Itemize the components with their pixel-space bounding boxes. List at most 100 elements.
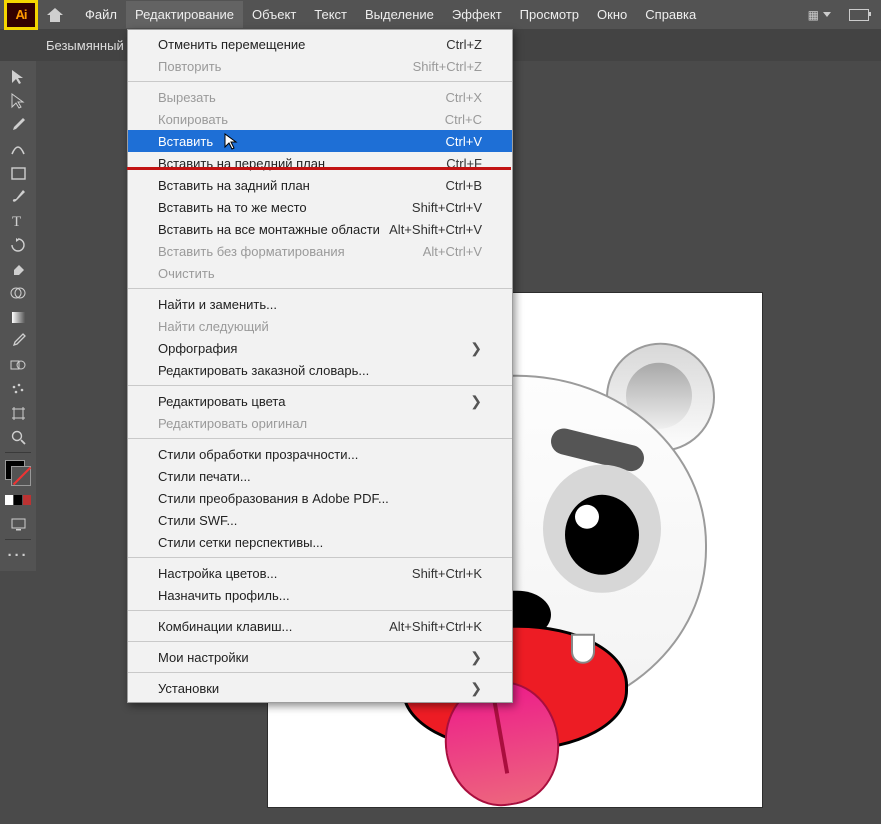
menu-separator xyxy=(128,610,512,611)
blend-tool[interactable] xyxy=(4,353,32,377)
menu-item-label: Очистить xyxy=(158,266,215,281)
menu-item[interactable]: Стили обработки прозрачности... xyxy=(128,443,512,465)
menu-item-label: Стили сетки перспективы... xyxy=(158,535,323,550)
menu-item-label: Вырезать xyxy=(158,90,216,105)
svg-text:T: T xyxy=(12,214,21,228)
submenu-arrow-icon: ❯ xyxy=(456,680,482,697)
menu-item-shortcut: Ctrl+Z xyxy=(446,37,482,52)
menu-item-shortcut: Ctrl+B xyxy=(446,178,482,193)
menu-item-label: Редактировать оригинал xyxy=(158,416,307,431)
menu-separator xyxy=(128,672,512,673)
annotation-underline xyxy=(127,167,511,170)
submenu-arrow-icon: ❯ xyxy=(456,393,482,410)
home-icon[interactable] xyxy=(46,7,64,23)
menu-item: Редактировать оригинал xyxy=(128,412,512,434)
submenu-arrow-icon: ❯ xyxy=(456,649,482,666)
menu-item[interactable]: Стили печати... xyxy=(128,465,512,487)
menu-view[interactable]: Просмотр xyxy=(511,1,588,28)
menu-item-shortcut: Alt+Shift+Ctrl+V xyxy=(389,222,482,237)
symbol-sprayer-tool[interactable] xyxy=(4,377,32,401)
menu-item[interactable]: Найти и заменить... xyxy=(128,293,512,315)
menu-item-label: Вставить на то же место xyxy=(158,200,307,215)
menu-file[interactable]: Файл xyxy=(76,1,126,28)
menu-items: Файл Редактирование Объект Текст Выделен… xyxy=(76,1,705,28)
menu-item[interactable]: Стили преобразования в Adobe PDF... xyxy=(128,487,512,509)
screen-mode-icon[interactable] xyxy=(4,512,32,536)
menu-item-label: Мои настройки xyxy=(158,650,249,665)
menu-item: Очистить xyxy=(128,262,512,284)
menu-item-label: Настройка цветов... xyxy=(158,566,277,581)
menu-item-label: Вставить xyxy=(158,134,213,149)
gradient-tool[interactable] xyxy=(4,305,32,329)
menu-separator xyxy=(128,641,512,642)
curvature-tool[interactable] xyxy=(4,137,32,161)
paintbrush-tool[interactable] xyxy=(4,185,32,209)
menu-item-shortcut: Shift+Ctrl+K xyxy=(412,566,482,581)
zoom-tool[interactable] xyxy=(4,425,32,449)
direct-selection-tool[interactable] xyxy=(4,89,32,113)
type-tool[interactable]: T xyxy=(4,209,32,233)
menu-item[interactable]: Вставить на задний план Ctrl+B xyxy=(128,174,512,196)
artboard-tool[interactable] xyxy=(4,401,32,425)
menu-item[interactable]: Установки ❯ xyxy=(128,677,512,699)
menu-item[interactable]: ВставитьCtrl+V xyxy=(128,130,512,152)
menu-item: Вставить без форматированияAlt+Ctrl+V xyxy=(128,240,512,262)
menu-select[interactable]: Выделение xyxy=(356,1,443,28)
menu-item-label: Орфография xyxy=(158,341,237,356)
menu-item[interactable]: Стили SWF... xyxy=(128,509,512,531)
selection-tool[interactable] xyxy=(4,65,32,89)
edit-menu-dropdown: Отменить перемещениеCtrl+ZПовторитьShift… xyxy=(127,29,513,703)
rotate-tool[interactable] xyxy=(4,233,32,257)
fill-stroke-swatch[interactable] xyxy=(5,460,31,486)
arrange-documents-icon[interactable]: ▦ xyxy=(808,8,831,22)
rectangle-tool[interactable] xyxy=(4,161,32,185)
edit-toolbar-icon[interactable]: ··· xyxy=(4,543,32,567)
menu-item-shortcut: Shift+Ctrl+Z xyxy=(413,59,482,74)
menu-item[interactable]: Отменить перемещение Ctrl+Z xyxy=(128,33,512,55)
menu-item-label: Назначить профиль... xyxy=(158,588,290,603)
menu-item[interactable]: Орфография ❯ xyxy=(128,337,512,359)
app-logo-icon: Ai xyxy=(4,0,38,30)
menu-item-shortcut: Ctrl+X xyxy=(446,90,482,105)
menu-item[interactable]: Вставить на все монтажные областиAlt+Shi… xyxy=(128,218,512,240)
menu-edit[interactable]: Редактирование xyxy=(126,1,243,28)
eyedropper-tool[interactable] xyxy=(4,329,32,353)
menu-object[interactable]: Объект xyxy=(243,1,305,28)
menu-effect[interactable]: Эффект xyxy=(443,1,511,28)
menu-item[interactable]: Комбинации клавиш...Alt+Shift+Ctrl+K xyxy=(128,615,512,637)
menu-item[interactable]: Редактировать заказной словарь... xyxy=(128,359,512,381)
menu-type[interactable]: Текст xyxy=(305,1,356,28)
menu-item[interactable]: Вставить на то же местоShift+Ctrl+V xyxy=(128,196,512,218)
menu-help[interactable]: Справка xyxy=(636,1,705,28)
menu-item: Вырезать Ctrl+X xyxy=(128,86,512,108)
menu-item-shortcut: Alt+Ctrl+V xyxy=(423,244,482,259)
menu-item[interactable]: Стили сетки перспективы... xyxy=(128,531,512,553)
menu-item: Найти следующий xyxy=(128,315,512,337)
menu-item-shortcut: Ctrl+C xyxy=(445,112,482,127)
menu-item-label: Установки xyxy=(158,681,219,696)
menu-item[interactable]: Назначить профиль... xyxy=(128,584,512,606)
menu-item[interactable]: Мои настройки ❯ xyxy=(128,646,512,668)
menu-item-label: Стили обработки прозрачности... xyxy=(158,447,358,462)
menu-separator xyxy=(128,288,512,289)
shape-builder-tool[interactable] xyxy=(4,281,32,305)
menu-window[interactable]: Окно xyxy=(588,1,636,28)
menu-item-label: Вставить на задний план xyxy=(158,178,310,193)
tools-panel: T ··· xyxy=(0,61,36,571)
document-title[interactable]: Безымянный xyxy=(46,38,124,53)
menu-item-label: Отменить перемещение xyxy=(158,37,305,52)
menubar: Ai Файл Редактирование Объект Текст Выде… xyxy=(0,0,881,29)
menu-item-label: Редактировать цвета xyxy=(158,394,285,409)
gpu-status-icon xyxy=(849,9,869,21)
menu-separator xyxy=(128,81,512,82)
menu-item[interactable]: Вставить на передний планCtrl+F xyxy=(128,152,512,174)
pen-tool[interactable] xyxy=(4,113,32,137)
color-mode-icon[interactable] xyxy=(4,488,32,512)
menu-item[interactable]: Настройка цветов... Shift+Ctrl+K xyxy=(128,562,512,584)
eraser-tool[interactable] xyxy=(4,257,32,281)
menu-item[interactable]: Редактировать цвета ❯ xyxy=(128,390,512,412)
submenu-arrow-icon: ❯ xyxy=(456,340,482,357)
menu-separator xyxy=(128,385,512,386)
menu-item-label: Найти следующий xyxy=(158,319,269,334)
menu-item-label: Копировать xyxy=(158,112,228,127)
